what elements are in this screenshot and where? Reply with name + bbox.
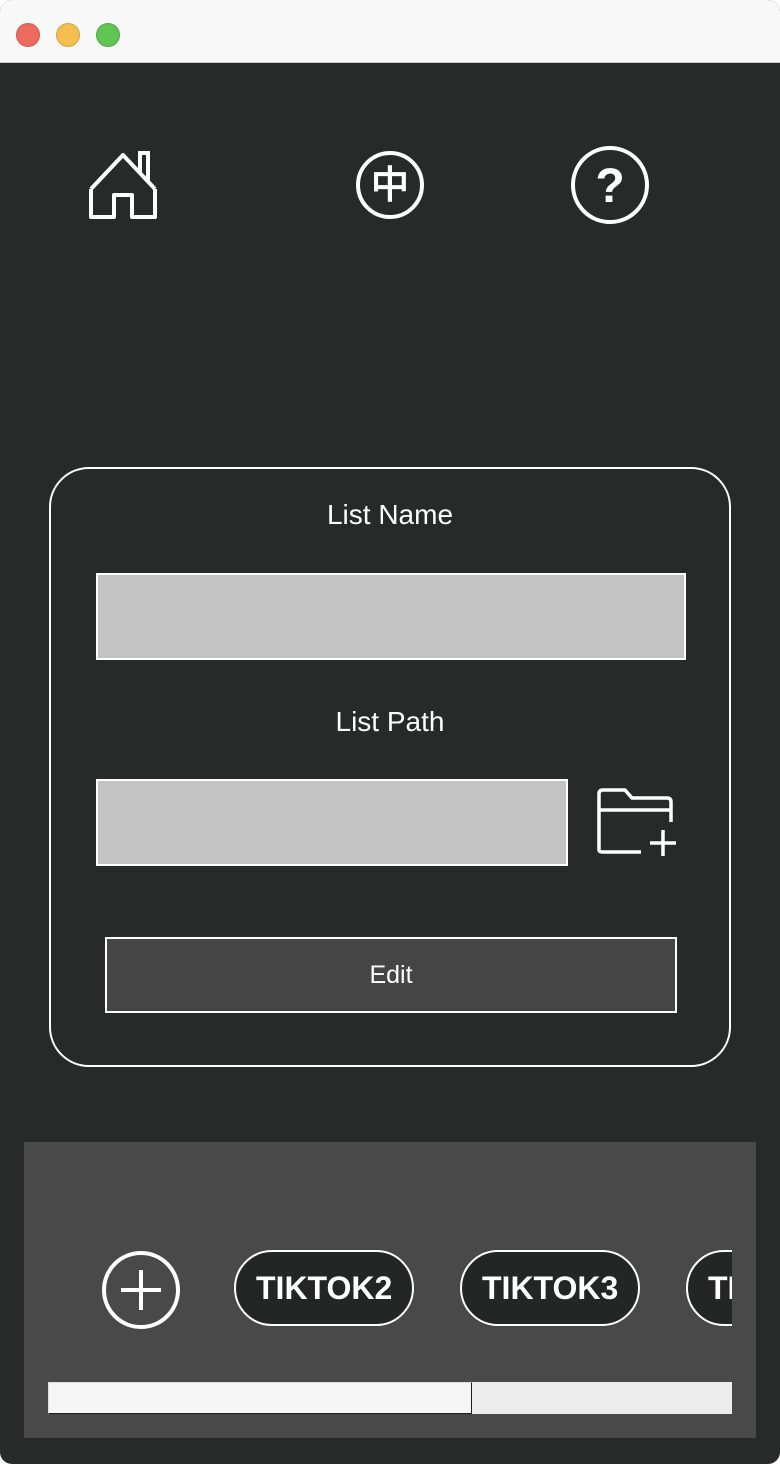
home-icon[interactable] xyxy=(78,140,168,230)
list-path-label: List Path xyxy=(335,706,445,737)
help-icon[interactable]: ? xyxy=(565,140,655,230)
horizontal-scrollbar[interactable] xyxy=(48,1382,732,1414)
list-name-label: List Name xyxy=(326,499,454,530)
plus-circle-icon[interactable] xyxy=(101,1250,181,1330)
list-tab-tiktok4[interactable]: TIKTOK4 xyxy=(686,1250,732,1326)
minimize-window-button[interactable] xyxy=(56,23,80,47)
list-tab-strip: TIKTOK2 TIKTOK3 TIKTOK4 xyxy=(48,1242,732,1338)
list-settings-card: List Name List Path Edit xyxy=(49,467,731,1067)
folder-add-icon[interactable] xyxy=(591,784,681,860)
close-window-button[interactable] xyxy=(16,23,40,47)
scrollbar-thumb[interactable] xyxy=(48,1382,472,1414)
list-tab-tiktok3[interactable]: TIKTOK3 xyxy=(460,1250,641,1326)
chinese-language-icon[interactable]: 中 xyxy=(345,140,435,230)
edit-button[interactable]: Edit xyxy=(105,937,677,1013)
maximize-window-button[interactable] xyxy=(96,23,120,47)
language-glyph: 中 xyxy=(371,163,409,207)
list-path-input[interactable] xyxy=(96,779,568,866)
help-glyph: ? xyxy=(595,160,624,213)
list-tabs-panel: TIKTOK2 TIKTOK3 TIKTOK4 xyxy=(24,1142,756,1438)
app-window: 中 ? List Name List Path Edit TIKTOK2 TIK… xyxy=(0,0,780,1464)
list-tab-tiktok2[interactable]: TIKTOK2 xyxy=(234,1250,415,1326)
list-name-input[interactable] xyxy=(96,573,686,660)
title-bar xyxy=(0,0,780,63)
